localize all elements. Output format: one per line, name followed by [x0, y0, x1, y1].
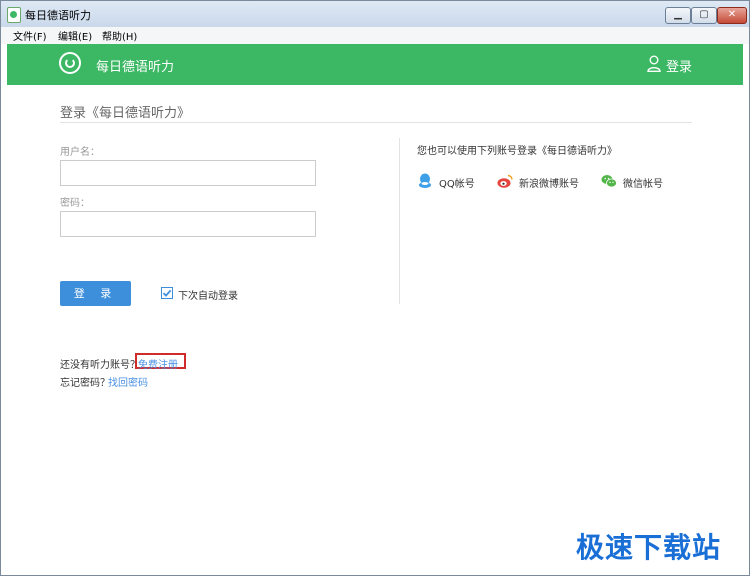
wechat-login-label: 微信帐号 — [623, 179, 663, 190]
qq-icon — [419, 173, 431, 188]
forgot-password-text: 忘记密码？ — [60, 378, 110, 389]
menu-help[interactable]: 帮助(H) — [102, 28, 137, 43]
weibo-login-option[interactable]: 新浪微博账号 — [497, 173, 581, 190]
user-icon[interactable] — [647, 55, 661, 72]
menu-file[interactable]: 文件(F) — [13, 28, 47, 43]
weibo-icon — [497, 174, 513, 188]
window-title: 每日德语听力 — [25, 9, 91, 22]
forgot-password-link[interactable]: 找回密码 — [108, 374, 148, 389]
login-button[interactable]: 登 录 — [60, 281, 131, 306]
vertical-divider — [399, 138, 400, 304]
header-login-link[interactable]: 登录 — [666, 56, 692, 75]
wechat-login-option[interactable]: 微信帐号 — [601, 173, 667, 190]
header-app-name: 每日德语听力 — [96, 60, 175, 75]
app-header: 每日德语听力 登录 — [7, 44, 743, 85]
check-icon — [162, 289, 172, 297]
title-bar[interactable]: 每日德语听力 ▁ ▢ ✕ — [1, 1, 749, 27]
menu-bar: 文件(F) 编辑(E) 帮助(H) — [1, 27, 749, 44]
password-label: 密码： — [60, 198, 90, 209]
app-window: 每日德语听力 ▁ ▢ ✕ 文件(F) 编辑(E) 帮助(H) 每日德语听力 登录… — [0, 0, 750, 576]
page-title: 登录《每日德语听力》 — [60, 106, 191, 121]
maximize-button[interactable]: ▢ — [691, 7, 717, 24]
auto-login-label[interactable]: 下次自动登录 — [178, 287, 238, 302]
third-party-title: 您也可以使用下列账号登录《每日德语听力》 — [417, 146, 617, 157]
username-label: 用户名： — [60, 147, 100, 158]
weibo-login-label: 新浪微博账号 — [519, 179, 579, 190]
minimize-button[interactable]: ▁ — [665, 7, 691, 24]
wechat-icon — [601, 175, 617, 188]
logo-icon — [59, 52, 81, 74]
close-button[interactable]: ✕ — [717, 7, 747, 24]
app-icon — [7, 7, 21, 23]
register-link[interactable]: 免费注册 — [138, 356, 178, 371]
username-input[interactable] — [60, 160, 316, 186]
auto-login-checkbox[interactable] — [161, 287, 173, 299]
qq-login-option[interactable]: QQ帐号 — [417, 173, 477, 190]
menu-edit[interactable]: 编辑(E) — [58, 28, 92, 43]
watermark: 极速下载站 — [576, 531, 722, 564]
password-input[interactable] — [60, 211, 316, 237]
no-account-text: 还没有听力账号？ — [60, 360, 140, 371]
heading-divider — [60, 122, 692, 123]
qq-login-label: QQ帐号 — [439, 179, 475, 190]
